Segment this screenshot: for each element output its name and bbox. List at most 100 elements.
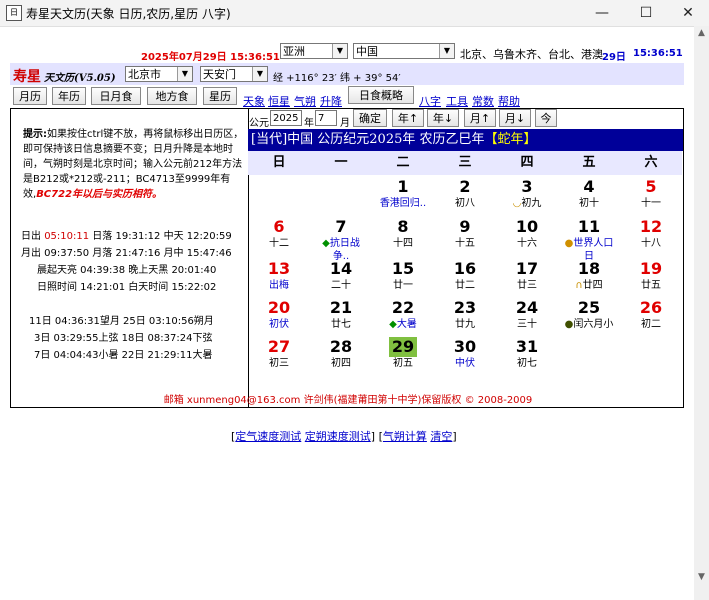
calendar-day-cell[interactable]: 17 廿三 (496, 259, 558, 297)
lunar-label: ∩廿四 (558, 279, 620, 292)
day-number: 24 (515, 298, 539, 317)
next-year-button[interactable]: 年↓ (427, 109, 459, 127)
link-new-moon-speed-test[interactable]: 定朔速度测试 (305, 430, 371, 443)
continent-value: 亚洲 (283, 45, 305, 58)
calendar-title-main: [当代]中国 公历纪元2025年 农历乙巳年 (251, 132, 485, 147)
link-term-calc[interactable]: 气朔计算 (383, 430, 427, 443)
vertical-scrollbar[interactable]: ▲ ▼ (694, 26, 709, 600)
maximize-button[interactable]: ☐ (626, 0, 666, 26)
month-input[interactable]: 7 (315, 110, 337, 126)
calendar-day-cell[interactable]: 16 廿二 (434, 259, 496, 297)
close-button[interactable]: ✕ (668, 0, 708, 26)
calendar-day-cell[interactable]: 31 初七 (496, 337, 558, 375)
minimize-button[interactable]: — (582, 0, 622, 26)
calendar-day-cell[interactable]: 21 廿七 (310, 298, 372, 336)
scroll-down-icon[interactable]: ▼ (694, 572, 709, 582)
calendar-day-cell[interactable]: 7 ◆抗日战争.. (310, 217, 372, 262)
eclipse-button[interactable]: 日月食 (91, 87, 141, 105)
calendar-day-cell[interactable]: 26 初二 (620, 298, 682, 336)
link-rise-set[interactable]: 升降 (320, 93, 342, 109)
district-select[interactable]: 天安门 ▼ (200, 66, 268, 82)
coordinates: 经 +116° 23′ 纬 + 39° 54′ (273, 73, 401, 84)
continent-select[interactable]: 亚洲 ▼ (280, 43, 348, 59)
window-title: 寿星天文历(天象 日历,农历,星历 八字) (26, 7, 231, 21)
lunar-label: ◆大暑 (372, 318, 434, 331)
city-select[interactable]: 北京市 ▼ (125, 66, 193, 82)
lunar-text: 香港回归.. (379, 198, 427, 209)
calendar-day-cell[interactable]: 24 三十 (496, 298, 558, 336)
country-value: 中国 (356, 45, 378, 58)
prev-month-button[interactable]: 月↑ (464, 109, 496, 127)
lunar-label: 三十 (496, 318, 558, 331)
year-label: 年 (304, 118, 314, 129)
daylight-duration: 日照时间 14:21:01 白天时间 15:22:02 (37, 282, 217, 293)
calendar-day-cell[interactable]: 12 十八 (620, 217, 682, 255)
link-celestial[interactable]: 天象 (243, 93, 265, 109)
day-number: 6 (273, 217, 285, 236)
link-tools[interactable]: 工具 (446, 93, 468, 109)
calendar-day-cell[interactable]: 5 十一 (620, 177, 682, 215)
calendar-day-cell[interactable]: 29 初五 (372, 337, 434, 375)
calendar-day-cell[interactable]: 19 廿五 (620, 259, 682, 297)
scroll-up-icon[interactable]: ▲ (694, 28, 709, 38)
year-input[interactable]: 2025 (270, 110, 302, 126)
link-solar-terms[interactable]: 气朔 (294, 93, 316, 109)
calendar-day-cell[interactable]: 8 十四 (372, 217, 434, 255)
day-number: 1 (397, 177, 409, 196)
calendar-day-cell[interactable]: 15 廿一 (372, 259, 434, 297)
lunar-label: 廿二 (434, 279, 496, 292)
lunar-text: 廿九 (455, 319, 475, 330)
eclipse-summary-button[interactable]: 日食概略 (348, 86, 414, 104)
link-solar-term-speed-test[interactable]: 定气速度测试 (235, 430, 301, 443)
lunar-text: 中伏 (455, 358, 475, 369)
calendar-day-cell[interactable]: 1 香港回归.. (372, 177, 434, 215)
moon-phase-row: 7日 04:04:43小暑 22日 21:29:11大暑 (34, 350, 213, 361)
link-clear[interactable]: 清空 (430, 430, 452, 443)
link-help[interactable]: 帮助 (498, 93, 520, 109)
year-calendar-button[interactable]: 年历 (52, 87, 86, 105)
calendar-day-cell[interactable]: 6 十二 (248, 217, 310, 255)
calendar-day-cell[interactable]: 14 二十 (310, 259, 372, 297)
astro-marker-icon: ◆ (322, 238, 330, 249)
calendar-day-cell[interactable]: 9 十五 (434, 217, 496, 255)
current-datetime: 2025年07月29日 15:36:51 (141, 52, 280, 63)
cities-text: 北京、乌鲁木齐、台北、港澳 (460, 48, 603, 61)
weekday-sun: 日 (248, 151, 310, 175)
lunar-text: 初七 (517, 358, 537, 369)
calendar-day-cell[interactable]: 28 初四 (310, 337, 372, 375)
next-month-button[interactable]: 月↓ (499, 109, 531, 127)
ephemeris-button[interactable]: 星历 (203, 87, 237, 105)
day-number: 25 (577, 298, 601, 317)
day-number: 13 (267, 259, 291, 278)
calendar-day-cell[interactable]: 10 十六 (496, 217, 558, 255)
local-eclipse-button[interactable]: 地方食 (147, 87, 197, 105)
link-constants[interactable]: 常数 (472, 93, 494, 109)
calendar-day-cell[interactable]: 3 ◡初九 (496, 177, 558, 215)
day-number: 27 (267, 337, 291, 356)
month-calendar-button[interactable]: 月历 (13, 87, 47, 105)
prev-year-button[interactable]: 年↑ (392, 109, 424, 127)
calendar-day-cell[interactable]: 18 ∩廿四 (558, 259, 620, 297)
calendar-day-cell[interactable]: 25 ●闰六月小 (558, 298, 620, 336)
lunar-label: 二十 (310, 279, 372, 292)
calendar-day-cell[interactable]: 27 初三 (248, 337, 310, 375)
current-time: 15:36:51 (633, 48, 683, 59)
calendar-day-cell[interactable]: 30 中伏 (434, 337, 496, 375)
calendar-day-cell[interactable]: 4 初十 (558, 177, 620, 215)
calendar-day-cell[interactable]: 2 初八 (434, 177, 496, 215)
lunar-label: 出梅 (248, 279, 310, 292)
today-button[interactable]: 今 (535, 109, 557, 127)
calendar-day-cell[interactable]: 22 ◆大暑 (372, 298, 434, 336)
calendar-day-cell[interactable]: 20 初伏 (248, 298, 310, 336)
calendar-day-cell[interactable]: 23 廿九 (434, 298, 496, 336)
link-stars[interactable]: 恒星 (268, 93, 290, 109)
lunar-label: 初三 (248, 357, 310, 370)
lunar-label: 十八 (620, 237, 682, 250)
lunar-label: 廿七 (310, 318, 372, 331)
link-bazi[interactable]: 八字 (419, 93, 441, 109)
calendar-day-cell[interactable]: 13 出梅 (248, 259, 310, 297)
confirm-button[interactable]: 确定 (353, 109, 387, 127)
lunar-text: 出梅 (269, 280, 289, 291)
country-select[interactable]: 中国 ▼ (353, 43, 455, 59)
calendar-day-cell[interactable]: 11 ●世界人口日 (558, 217, 620, 262)
